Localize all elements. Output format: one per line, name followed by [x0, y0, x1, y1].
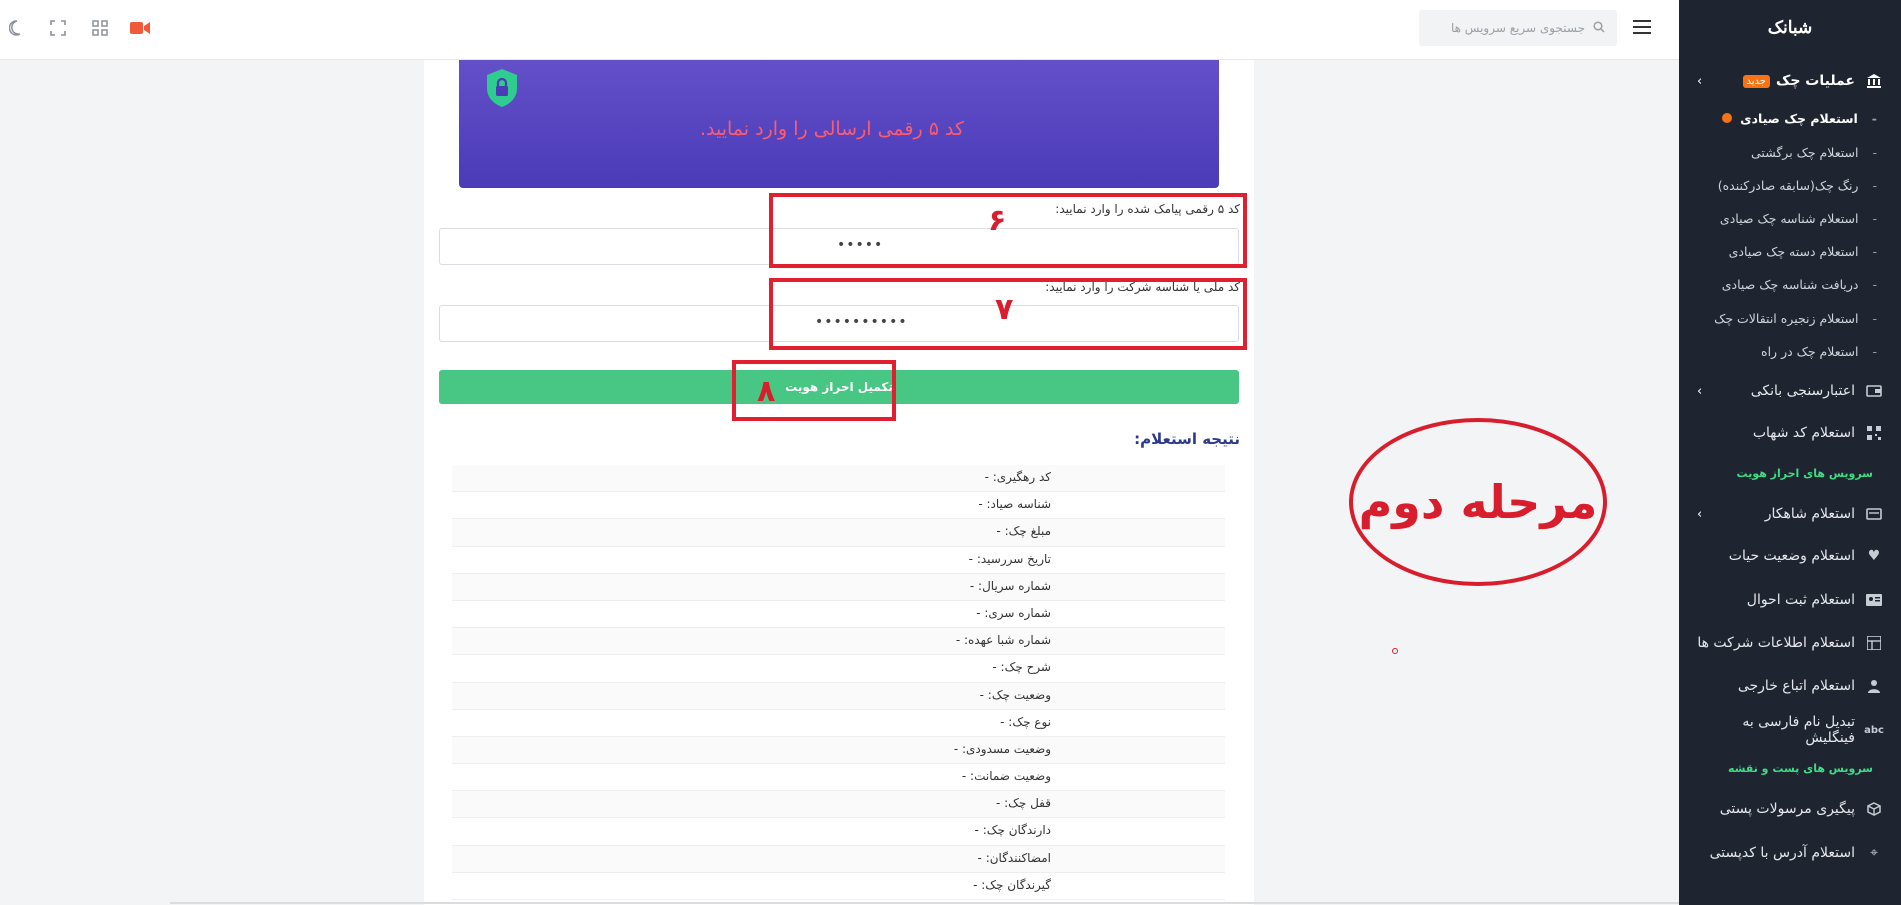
grid-icon — [1865, 634, 1883, 652]
sidebar: شبانک عملیات چک جدید › - استعلام چک صیادی… — [1679, 0, 1901, 905]
sidebar-subitem-id[interactable]: - استعلام شناسه چک صیادی — [1699, 208, 1877, 228]
wallet-icon — [1865, 382, 1883, 400]
sidebar-subitem-bounced[interactable]: - استعلام چک برگشتی — [1699, 142, 1877, 162]
table-row: کد رهگیری: - — [452, 465, 1225, 493]
annotation-number-7: ۷ — [995, 292, 1014, 327]
topbar: جستجوی سریع سرویس ها — [0, 0, 1679, 60]
table-row: نوع چک: - — [452, 710, 1225, 737]
table-row: وضعیت مسدودی: - — [452, 736, 1225, 765]
annotation-number-8: ۸ — [757, 374, 776, 409]
table-row: شناسه صیاد: - — [452, 492, 1225, 520]
result-title: نتیجه استعلام: — [1134, 430, 1240, 448]
banner-text: کد ۵ رقمی ارسالی را وارد نمایید. — [700, 118, 964, 140]
table-row: وضعیت ضمانت: - — [452, 764, 1225, 792]
chevron-icon: › — [1697, 383, 1703, 399]
sidebar-item-check-operations[interactable]: عملیات چک جدید › — [1693, 68, 1883, 94]
dark-mode-moon-icon[interactable] — [7, 18, 27, 38]
qrcode-icon — [1865, 424, 1883, 442]
table-row: دارندگان چک: - — [452, 818, 1225, 846]
sidebar-item-foreign[interactable]: استعلام اتباع خارجی — [1693, 673, 1883, 699]
id-card-icon — [1865, 591, 1883, 609]
annotation-dot — [1392, 648, 1398, 654]
user-icon — [1865, 677, 1883, 695]
section-title-identity: سرویس های احراز هویت — [1736, 467, 1873, 480]
sidebar-item-address[interactable]: ⌖ استعلام آدرس با کدپستی — [1693, 840, 1883, 866]
active-dot-icon — [1722, 113, 1733, 123]
sidebar-subitem-receive-id[interactable]: - دریافت شناسه چک صیادی — [1699, 274, 1877, 294]
bottom-divider — [170, 902, 1679, 904]
sidebar-item-companies[interactable]: استعلام اطلاعات شرکت ها — [1693, 630, 1883, 656]
sidebar-item-shahab[interactable]: استعلام کد شهاب — [1693, 420, 1883, 446]
table-row: شرح چک: - — [452, 655, 1225, 683]
search-input[interactable]: جستجوی سریع سرویس ها — [1419, 10, 1617, 46]
table-row: امضاکنندگان: - — [452, 845, 1225, 873]
brand-logo[interactable]: شبانک — [1679, 0, 1901, 56]
otp-banner: کد ۵ رقمی ارسالی را وارد نمایید. — [459, 60, 1219, 188]
package-icon — [1865, 800, 1883, 818]
video-camera-icon[interactable] — [130, 18, 150, 38]
chevron-icon: › — [1697, 506, 1703, 522]
menu-icon[interactable] — [1633, 20, 1651, 34]
sidebar-item-civil[interactable]: استعلام ثبت احوال — [1693, 587, 1883, 613]
bank-icon — [1865, 72, 1883, 90]
sidebar-subitem-chain[interactable]: - استعلام زنجیره انتقالات چک — [1699, 308, 1877, 328]
sidebar-item-shahkar[interactable]: استعلام شاهکار › — [1693, 501, 1883, 527]
sidebar-item-label: عملیات چک — [1775, 73, 1855, 89]
table-row: شماره شبا عهده: - — [452, 628, 1225, 656]
fullscreen-icon[interactable] — [48, 18, 68, 38]
table-row: تاریخ سررسید: - — [452, 547, 1225, 574]
table-row: شماره سری: - — [452, 601, 1225, 629]
sidebar-item-postal[interactable]: پیگیری مرسولات پستی — [1693, 796, 1883, 822]
annotation-box-step-6 — [769, 193, 1247, 268]
table-row: وضعیت چک: - — [452, 682, 1225, 710]
heart-icon: ♥ — [1867, 548, 1881, 564]
sidebar-subitem-in-transit[interactable]: - استعلام چک در راه — [1699, 341, 1877, 361]
search-icon — [1593, 20, 1605, 36]
result-table: کد رهگیری: - شناسه صیاد: - مبلغ چک: - تا… — [452, 465, 1225, 900]
apps-grid-icon[interactable] — [90, 18, 110, 38]
annotation-number-6: ۶ — [988, 203, 1007, 238]
sidebar-subitem-sayadi[interactable]: - استعلام چک صیادی — [1699, 108, 1877, 128]
annotation-stage-text: مرحله دوم — [1358, 475, 1598, 529]
new-badge: جدید — [1742, 74, 1770, 88]
map-pin-icon: ⌖ — [1870, 845, 1878, 861]
annotation-stage-ellipse: مرحله دوم — [1349, 418, 1607, 586]
table-row: گیرندگان چک: - — [452, 873, 1225, 900]
table-row: شماره سریال: - — [452, 573, 1225, 601]
sidebar-item-credit[interactable]: اعتبارسنجی بانکی › — [1693, 378, 1883, 404]
table-row: قفل چک: - — [452, 791, 1225, 819]
sidebar-subitem-checkbook[interactable]: - استعلام دسته چک صیادی — [1699, 241, 1877, 261]
sidebar-subitem-color[interactable]: - رنگ چک(سابقه صادرکننده) — [1699, 175, 1877, 195]
section-title-post: سرویس های پست و نقشه — [1727, 762, 1873, 775]
abc-icon: abc — [1864, 724, 1884, 736]
shield-lock-icon — [487, 69, 517, 107]
main-card: کد ۵ رقمی ارسالی را وارد نمایید. کد ۵ رق… — [424, 60, 1254, 905]
sidebar-item-alive[interactable]: ♥ استعلام وضعیت حیات — [1693, 543, 1883, 569]
chevron-icon: › — [1697, 73, 1703, 89]
sidebar-item-translit[interactable]: abc تبدیل نام فارسی به فینگلیش — [1693, 714, 1884, 746]
table-row: مبلغ چک: - — [452, 519, 1225, 547]
card-icon — [1865, 505, 1883, 523]
